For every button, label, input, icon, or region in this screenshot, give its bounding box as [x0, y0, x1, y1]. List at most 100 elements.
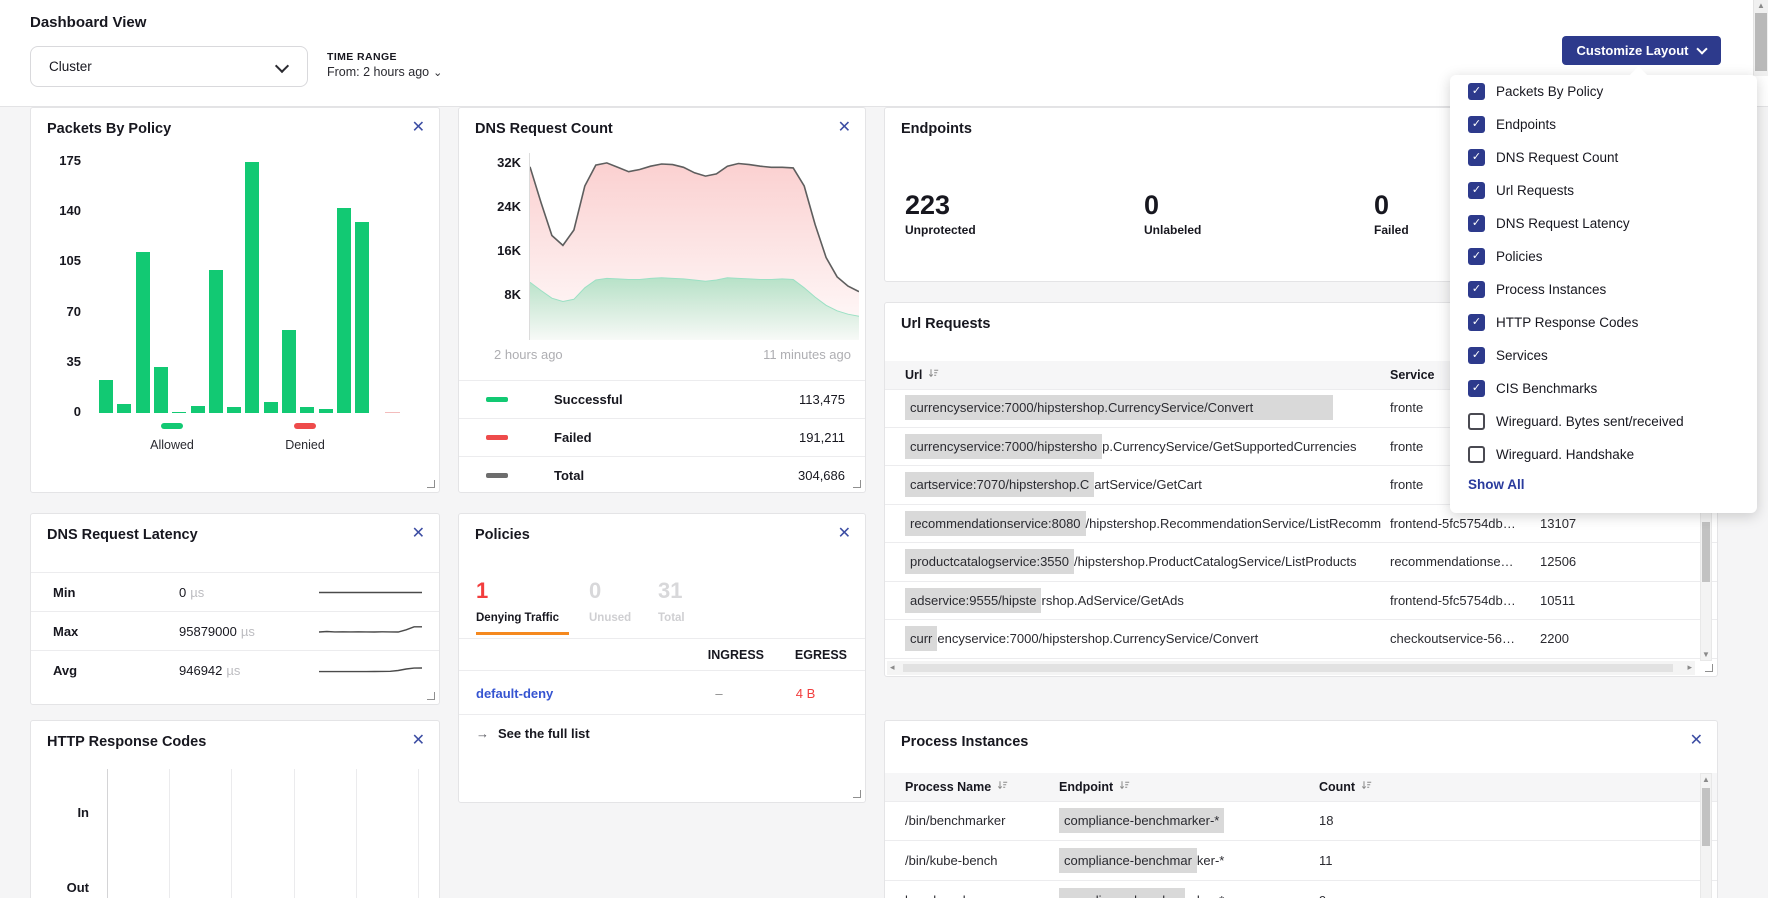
checkbox-checked-icon[interactable]: ✓ — [1468, 215, 1485, 232]
resize-handle-icon[interactable] — [427, 692, 435, 700]
scrollbar-thumb[interactable] — [1702, 788, 1710, 846]
checkbox-checked-icon[interactable]: ✓ — [1468, 380, 1485, 397]
checkbox-checked-icon[interactable]: ✓ — [1468, 182, 1485, 199]
endpoint-cell: compliance-benchmarker-* — [1059, 888, 1319, 898]
menu-item-services[interactable]: ✓Services — [1468, 345, 1757, 365]
process-name-cell: benchmarker — [885, 893, 1059, 898]
close-icon[interactable]: ✕ — [838, 118, 851, 138]
scrollbar-thumb[interactable] — [1702, 522, 1710, 582]
checkbox-checked-icon[interactable]: ✓ — [1468, 116, 1485, 133]
column-header-url[interactable]: Url — [885, 368, 1390, 382]
checkbox-checked-icon[interactable]: ✓ — [1468, 281, 1485, 298]
stat-failed: 0Failed — [1374, 190, 1409, 237]
customize-layout-button[interactable]: Customize Layout — [1562, 36, 1721, 65]
resize-handle-icon[interactable] — [427, 480, 435, 488]
row-label-out: Out — [31, 880, 89, 895]
resize-handle-icon[interactable] — [1705, 664, 1713, 672]
customize-menu-list: ✓Packets By Policy ✓Endpoints ✓DNS Request… — [1468, 81, 1757, 464]
endpoint-cell: compliance-benchmarker-* — [1059, 808, 1319, 833]
table-row[interactable]: /bin/benchmarkercompliance-benchmarker-*… — [885, 801, 1717, 841]
scroll-up-arrow-icon[interactable]: ▲ — [1754, 0, 1768, 12]
menu-item-http-response-codes[interactable]: ✓ HTTP Response Codes — [1468, 312, 1757, 332]
close-icon[interactable]: ✕ — [412, 524, 425, 544]
stat-value: 0 — [1144, 190, 1201, 220]
menu-item-policies[interactable]: ✓Policies — [1468, 246, 1757, 266]
checkbox-checked-icon[interactable]: ✓ — [1468, 248, 1485, 265]
close-icon[interactable]: ✕ — [412, 118, 425, 138]
checkbox-checked-icon[interactable]: ✓ — [1468, 149, 1485, 166]
close-icon[interactable]: ✕ — [838, 524, 851, 544]
page-scrollbar[interactable]: ▲ — [1753, 0, 1768, 76]
count-cell: 18 — [1319, 813, 1717, 828]
close-icon[interactable]: ✕ — [1690, 731, 1703, 751]
menu-item-cis-benchmarks[interactable]: ✓CIS Benchmarks — [1468, 378, 1757, 398]
bar-allowed — [355, 222, 369, 413]
url-cell: cartservice:7070/hipstershop.CartService… — [885, 472, 1390, 497]
scroll-up-arrow-icon[interactable]: ▲ — [1701, 775, 1711, 784]
menu-item-dns-request-latency[interactable]: ✓DNS Request Latency — [1468, 213, 1757, 233]
checkbox-unchecked-icon[interactable] — [1468, 413, 1485, 430]
close-icon[interactable]: ✕ — [412, 731, 425, 751]
menu-item-packets-by-policy[interactable]: ✓Packets By Policy — [1468, 81, 1757, 101]
scroll-down-arrow-icon[interactable]: ▼ — [1701, 650, 1711, 659]
see-full-list-link[interactable]: See the full list — [498, 726, 590, 741]
page-scrollbar-thumb[interactable] — [1755, 13, 1767, 71]
checkbox-checked-icon[interactable]: ✓ — [1468, 347, 1485, 364]
menu-item-wireguard-handshake[interactable]: Wireguard. Handshake — [1468, 444, 1757, 464]
menu-item-label: HTTP Response Codes — [1496, 315, 1638, 330]
menu-item-url-requests[interactable]: ✓Url Requests — [1468, 180, 1757, 200]
legend-row-successful: Successful113,475 — [459, 380, 865, 418]
bar-allowed — [172, 412, 186, 413]
latency-unit: µs — [241, 624, 255, 639]
column-header-process-name[interactable]: Process Name — [885, 780, 1059, 794]
scroll-left-arrow-icon[interactable]: ◂ — [890, 662, 895, 673]
latency-label: Min — [53, 585, 179, 600]
menu-item-endpoints[interactable]: ✓Endpoints — [1468, 114, 1757, 134]
table-row[interactable]: productcatalogservice:3550/hipstershop.P… — [885, 543, 1717, 582]
legend-row-total: Total304,686 — [459, 456, 865, 494]
policies-tab-unused[interactable]: 0Unused — [589, 578, 631, 624]
cluster-selector[interactable]: Cluster — [30, 46, 308, 87]
time-range-block: TIME RANGE From: 2 hours ago⌄ — [327, 51, 442, 79]
legend-item-allowed: Allowed — [127, 423, 217, 452]
menu-item-dns-request-count[interactable]: ✓DNS Request Count — [1468, 147, 1757, 167]
checkbox-checked-icon[interactable]: ✓ — [1468, 83, 1485, 100]
table-row[interactable]: /bin/kube-benchcompliance-benchmarker-*1… — [885, 841, 1717, 881]
grid-line — [169, 769, 170, 898]
checkbox-unchecked-icon[interactable] — [1468, 446, 1485, 463]
highlighted-text: compliance-benchmar — [1059, 848, 1197, 873]
url-text: p.CurrencyService/GetSupportedCurrencies — [1102, 439, 1356, 454]
grid-line — [294, 769, 295, 898]
checkbox-checked-icon[interactable]: ✓ — [1468, 314, 1485, 331]
tab-value: 1 — [476, 578, 559, 604]
scroll-right-arrow-icon[interactable]: ▸ — [1687, 662, 1692, 673]
table-row[interactable]: benchmarkercompliance-benchmarker-*9 — [885, 881, 1717, 898]
sort-icon — [928, 368, 939, 379]
process-table-vertical-scrollbar[interactable]: ▲ — [1700, 773, 1712, 898]
policy-row[interactable]: default-deny – 4 B — [459, 670, 865, 715]
policies-tab-denying-traffic[interactable]: 1Denying Traffic — [476, 578, 559, 624]
scrollbar-thumb[interactable] — [903, 664, 1673, 672]
url-table-horizontal-scrollbar[interactable]: ◂ ▸ — [887, 661, 1695, 675]
policies-tab-total[interactable]: 31Total — [658, 578, 685, 624]
count-cell: 9 — [1319, 893, 1717, 898]
latency-row-min: Min0µs — [31, 572, 439, 611]
show-all-link[interactable]: Show All — [1468, 477, 1757, 492]
column-header-count[interactable]: Count — [1319, 780, 1717, 794]
table-row[interactable]: adservice:9555/hipstershop.AdService/Get… — [885, 582, 1717, 621]
policy-name-link[interactable]: default-deny — [459, 686, 674, 701]
latency-row-avg: Avg946942µs — [31, 650, 439, 689]
column-header-ingress: INGRESS — [674, 648, 764, 662]
card-title: Endpoints — [901, 121, 972, 137]
column-header-egress: EGRESS — [764, 648, 847, 662]
bar-allowed — [300, 407, 314, 413]
highlighted-text: currencyservice:7000/hipstershop.Currenc… — [905, 395, 1333, 420]
resize-handle-icon[interactable] — [853, 790, 861, 798]
menu-item-process-instances[interactable]: ✓Process Instances — [1468, 279, 1757, 299]
x-axis-label-start: 2 hours ago — [494, 347, 563, 362]
menu-item-wireguard-bytes-sent-received[interactable]: Wireguard. Bytes sent/received — [1468, 411, 1757, 431]
time-range-value[interactable]: From: 2 hours ago⌄ — [327, 65, 442, 79]
column-header-endpoint[interactable]: Endpoint — [1059, 780, 1319, 794]
table-row[interactable]: currencyservice:7000/hipstershop.Currenc… — [885, 620, 1717, 659]
resize-handle-icon[interactable] — [853, 480, 861, 488]
